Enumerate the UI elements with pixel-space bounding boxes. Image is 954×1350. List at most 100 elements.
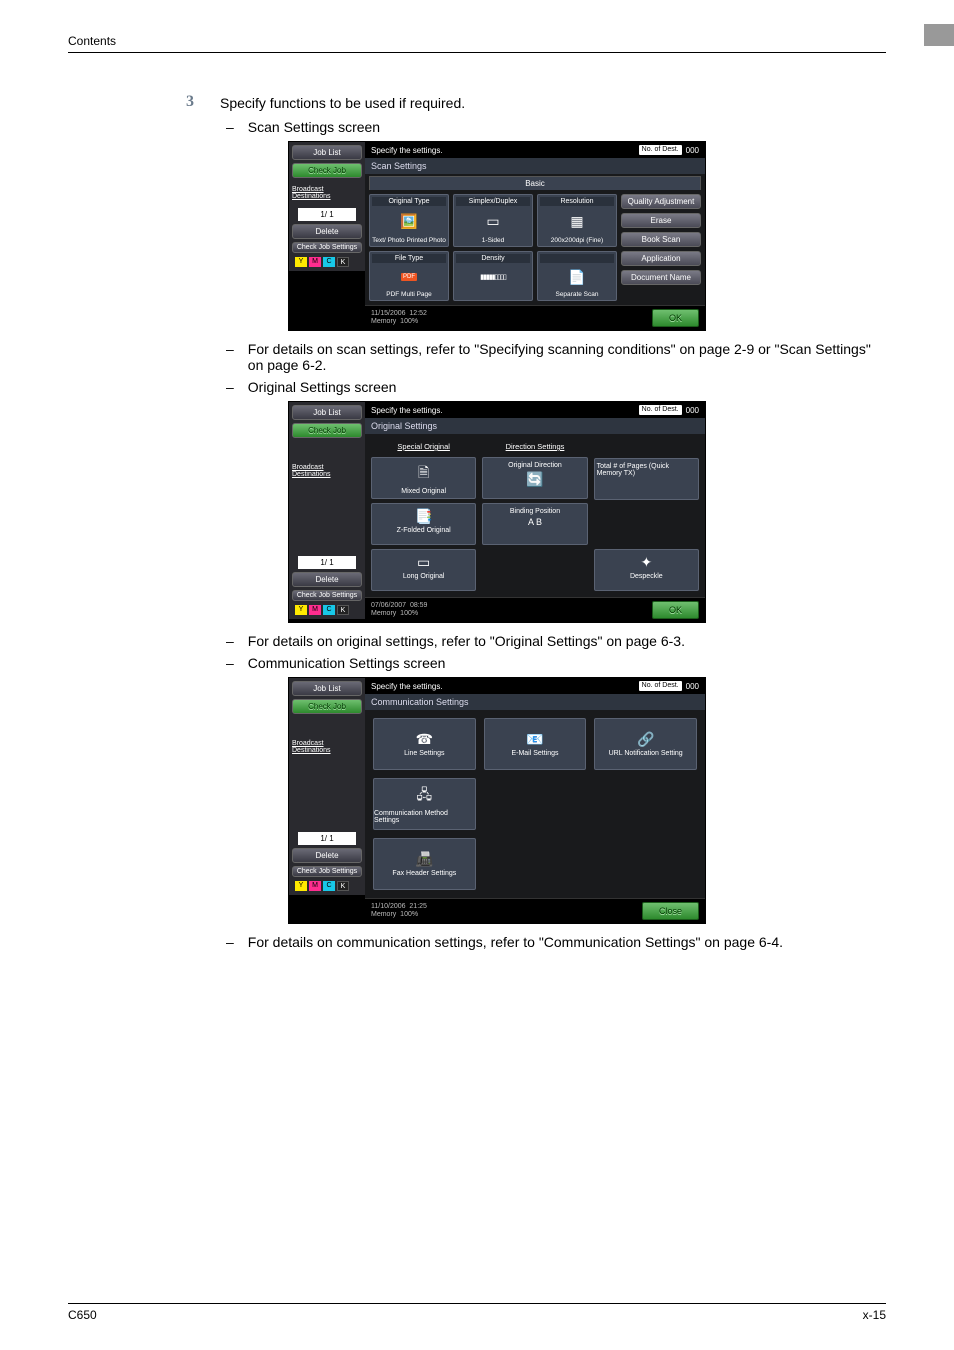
ok-button[interactable]: OK [652,601,699,619]
quality-adjustment-button[interactable]: Quality Adjustment [621,194,701,209]
zfold-original-tile[interactable]: 📑 Z-Folded Original [371,503,476,545]
bullet-dash: – [226,655,234,671]
bullet-dash: – [226,934,234,950]
timestamp: 07/06/2007 08:59 Memory 100% [371,602,427,618]
file-type-tile[interactable]: File Type PDF PDF Multi Page [369,251,449,301]
bullet-comm-settings: Communication Settings screen [248,655,446,671]
toner-k-icon: K [337,257,349,267]
check-job-button[interactable]: Check Job [292,423,362,438]
section-name: Contents [68,34,116,48]
toner-m-icon: M [309,257,321,267]
check-job-button[interactable]: Check Job [292,699,362,714]
density-tile[interactable]: Density ▮▮▮▮▮▯▯▯▯ [453,251,533,301]
original-type-tile[interactable]: Original Type 🖼️ Text/ Photo Printed Pho… [369,194,449,247]
fax-icon: 📠 [416,851,433,868]
step-text: Specify functions to be used if required… [220,93,465,111]
application-button[interactable]: Application [621,251,701,266]
line-settings-tile[interactable]: ☎ Line Settings [373,718,476,770]
specify-label: Specify the settings. [371,146,443,155]
long-original-tile[interactable]: ▭ Long Original [371,549,476,591]
url-icon: 🔗 [637,731,654,748]
no-of-dest-label: No. of Dest. [639,681,682,691]
footer-page: x-15 [863,1308,886,1322]
book-scan-button[interactable]: Book Scan [621,232,701,247]
pdf-icon: PDF [401,263,417,291]
url-notification-tile[interactable]: 🔗 URL Notification Setting [594,718,697,770]
binding-position-tile[interactable]: Binding Position A B [482,503,587,545]
document-name-button[interactable]: Document Name [621,270,701,285]
broadcast-label: Broadcast Destinations [292,738,362,756]
timestamp: 11/10/2006 21:25 Memory 100% [371,903,427,919]
check-job-settings-button[interactable]: Check Job Settings [292,590,362,601]
timestamp: 11/15/2006 12:52 Memory 100% [371,310,427,326]
broadcast-label: Broadcast Destinations [292,462,362,480]
scan-settings-title: Scan Settings [365,158,705,174]
fax-header-tile[interactable]: 📠 Fax Header Settings [373,838,476,890]
job-list-button[interactable]: Job List [292,681,362,696]
ok-button[interactable]: OK [652,309,699,327]
communication-settings-title: Communication Settings [365,694,705,710]
document-icon: 🗎 [418,462,429,486]
toner-levels: Y M C K [292,880,362,892]
delete-button[interactable]: Delete [292,572,362,587]
dest-count: 000 [686,146,699,155]
simplex-duplex-tile[interactable]: Simplex/Duplex ▭ 1-Sided [453,194,533,247]
special-original-header: Special Original [371,440,476,453]
bullet-original-settings: Original Settings screen [248,379,397,395]
bullet-comm-details: For details on communication settings, r… [248,934,783,950]
page-indicator: 1/ 1 [298,556,356,569]
separate-scan-tile[interactable]: 📄 Separate Scan [537,251,617,301]
communication-settings-screenshot: Job List Check Job Broadcast Destination… [288,677,706,924]
mixed-original-tile[interactable]: 🗎 Mixed Original [371,457,476,499]
bullet-dash: – [226,633,234,649]
network-icon: 🖧 [417,784,433,808]
page-icon: ▭ [486,206,499,237]
direction-icon: 🔄 [526,471,543,488]
tab-basic[interactable]: Basic [369,176,701,190]
resolution-tile[interactable]: Resolution ▦ 200x200dpi (Fine) [537,194,617,247]
binding-icon: A B [528,517,542,527]
original-direction-tile[interactable]: Original Direction 🔄 [482,457,587,499]
erase-button[interactable]: Erase [621,213,701,228]
step-number: 3 [186,93,194,111]
delete-button[interactable]: Delete [292,848,362,863]
specify-label: Specify the settings. [371,406,443,415]
original-settings-title: Original Settings [365,418,705,434]
pages-icon: 📄 [568,263,585,291]
bullet-dash: – [226,379,234,395]
check-job-settings-button[interactable]: Check Job Settings [292,866,362,877]
bullet-dash: – [226,341,234,373]
dest-count: 000 [686,682,699,691]
original-type-icon: 🖼️ [400,206,417,237]
comm-method-tile[interactable]: 🖧 Communication Method Settings [373,778,476,830]
header: Contents [68,32,886,53]
direction-settings-header: Direction Settings [482,440,587,453]
toner-levels: Y M C K [292,256,362,268]
check-job-settings-button[interactable]: Check Job Settings [292,242,362,253]
grid-icon: ▦ [570,206,583,237]
toner-levels: Y M C K [292,604,362,616]
total-pages-tile[interactable]: Total # of Pages (Quick Memory TX) [594,458,699,500]
close-button[interactable]: Close [642,902,699,920]
long-icon: ▭ [417,554,430,571]
bullet-original-details: For details on original settings, refer … [248,633,685,649]
broadcast-label: Broadcast Destinations [292,184,362,202]
original-settings-screenshot: Job List Check Job Broadcast Destination… [288,401,706,623]
footer-model: C650 [68,1308,97,1322]
despeckle-tile[interactable]: ✦ Despeckle [594,549,699,591]
job-list-button[interactable]: Job List [292,145,362,160]
density-icon: ▮▮▮▮▮▯▯▯▯ [480,263,506,291]
scan-settings-screenshot: Job List Check Job Broadcast Destination… [288,141,706,331]
delete-button[interactable]: Delete [292,224,362,239]
no-of-dest-label: No. of Dest. [639,405,682,415]
email-settings-tile[interactable]: 📧 E-Mail Settings [484,718,587,770]
check-job-button[interactable]: Check Job [292,163,362,178]
toner-y-icon: Y [295,257,307,267]
bullet-scan-details: For details on scan settings, refer to "… [248,341,886,373]
specify-label: Specify the settings. [371,682,443,691]
bullet-scan-settings: Scan Settings screen [248,119,380,135]
job-list-button[interactable]: Job List [292,405,362,420]
page-indicator: 1/ 1 [298,832,356,845]
dest-count: 000 [686,406,699,415]
bullet-dash: – [226,119,234,135]
